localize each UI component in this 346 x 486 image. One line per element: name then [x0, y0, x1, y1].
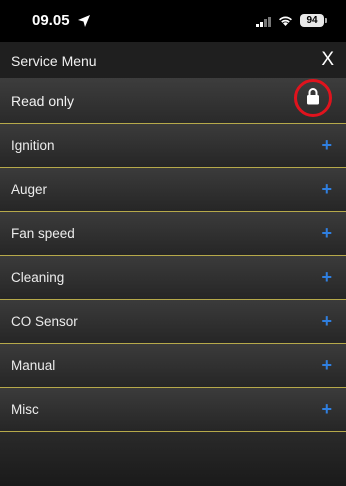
page-title: Service Menu — [11, 53, 97, 69]
plus-icon[interactable]: + — [321, 311, 332, 332]
plus-icon[interactable]: + — [321, 267, 332, 288]
menu-item-label: Auger — [11, 182, 48, 197]
plus-icon[interactable]: + — [321, 355, 332, 376]
empty-footer-area — [0, 432, 346, 486]
battery-cap — [325, 18, 327, 23]
battery-icon: 94 — [300, 14, 324, 27]
plus-icon[interactable]: + — [321, 399, 332, 420]
menu-item-label: Fan speed — [11, 226, 75, 241]
menu-item-manual[interactable]: Manual + — [0, 343, 346, 387]
menu-item-auger[interactable]: Auger + — [0, 167, 346, 211]
service-menu-screen: 09.05 94 Service Menu X Read only Igniti… — [0, 0, 346, 486]
lock-icon[interactable] — [306, 88, 320, 105]
menu-item-co-sensor[interactable]: CO Sensor + — [0, 299, 346, 343]
status-time: 09.05 — [32, 12, 70, 29]
menu-item-ignition[interactable]: Ignition + — [0, 123, 346, 167]
plus-icon[interactable]: + — [321, 223, 332, 244]
status-bar: 09.05 94 — [0, 0, 346, 42]
menu-item-label: Misc — [11, 402, 39, 417]
wifi-icon — [279, 16, 292, 26]
menu-item-label: Ignition — [11, 138, 55, 153]
signal-icon — [256, 17, 271, 27]
location-arrow-icon — [78, 15, 90, 27]
plus-icon[interactable]: + — [321, 135, 332, 156]
menu-item-misc[interactable]: Misc + — [0, 387, 346, 432]
close-button[interactable]: X — [321, 49, 334, 71]
menu-item-label: Cleaning — [11, 270, 65, 285]
menu-item-label: Manual — [11, 358, 56, 373]
header: Service Menu X — [0, 42, 346, 78]
plus-icon[interactable]: + — [321, 179, 332, 200]
menu-item-label: CO Sensor — [11, 314, 78, 329]
menu-list: Ignition + Auger + Fan speed + Cleaning … — [0, 123, 346, 432]
menu-item-fan-speed[interactable]: Fan speed + — [0, 211, 346, 255]
read-only-label: Read only — [11, 93, 75, 109]
menu-item-cleaning[interactable]: Cleaning + — [0, 255, 346, 299]
